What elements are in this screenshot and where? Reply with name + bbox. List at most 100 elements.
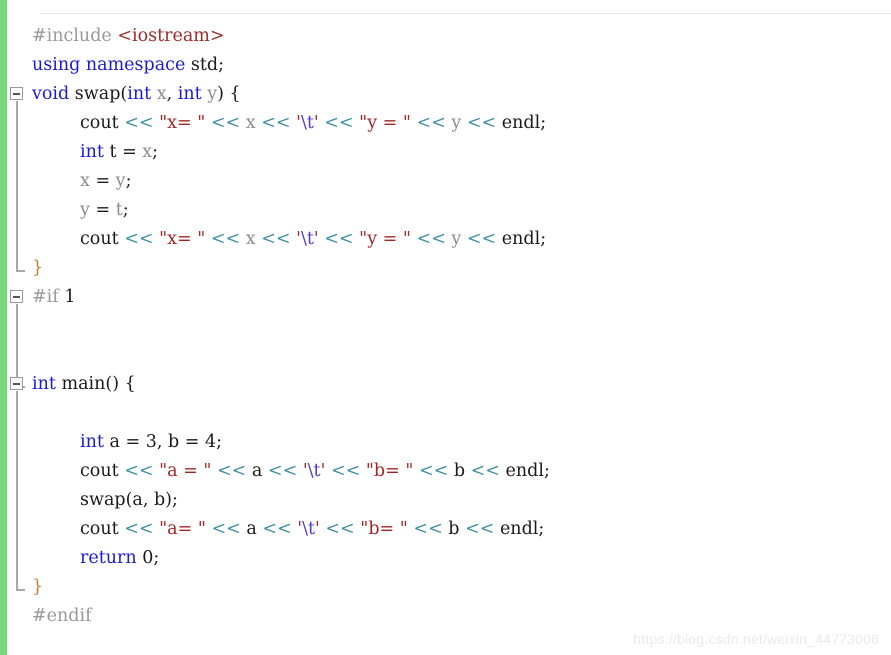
code-token: << bbox=[261, 229, 291, 249]
code-token: a bbox=[246, 461, 268, 481]
fold-guide-line bbox=[16, 101, 18, 270]
code-editor-window: #include <iostream> using namespace std; v… bbox=[0, 0, 891, 655]
code-token: cout bbox=[80, 229, 125, 249]
code-token: a bbox=[240, 519, 263, 539]
code-token: \t bbox=[307, 461, 321, 481]
code-token: << bbox=[211, 519, 241, 539]
code-token: << bbox=[210, 229, 241, 249]
code-token: endl; bbox=[496, 113, 547, 133]
code-token: x bbox=[240, 113, 262, 133]
code-line-18[interactable]: cout << "a= " << a << '\t' << "b= " << b… bbox=[80, 515, 544, 544]
code-token: "a= " bbox=[159, 519, 206, 539]
code-line-4[interactable]: cout << "x= " << x << '\t' << "y = " << … bbox=[80, 109, 546, 138]
fold-marker-if[interactable] bbox=[10, 290, 23, 303]
change-bar-gutter bbox=[0, 0, 7, 655]
code-token: << bbox=[325, 519, 355, 539]
code-token: endl; bbox=[499, 461, 550, 481]
code-line-7[interactable]: y = t; bbox=[80, 196, 129, 225]
code-token: std; bbox=[185, 55, 225, 75]
code-line-8[interactable]: cout << "x= " << x << '\t' << "y = " << … bbox=[80, 225, 546, 254]
code-token: endl; bbox=[496, 229, 547, 249]
code-token: << bbox=[124, 461, 154, 481]
code-token: ; bbox=[153, 548, 160, 568]
code-line-1[interactable]: #include <iostream> bbox=[32, 22, 225, 51]
code-line-20[interactable]: } bbox=[32, 573, 43, 602]
code-line-19[interactable]: return 0; bbox=[80, 544, 159, 573]
code-token: << bbox=[416, 113, 446, 133]
fold-guide-line bbox=[16, 304, 18, 386]
fold-marker-swap[interactable] bbox=[10, 87, 23, 100]
code-token: << bbox=[416, 229, 446, 249]
fold-marker-main[interactable] bbox=[10, 377, 23, 390]
code-token: 3 bbox=[145, 432, 157, 452]
code-token: "x= " bbox=[159, 113, 206, 133]
code-line-2[interactable]: using namespace std; bbox=[32, 51, 224, 80]
code-token: y bbox=[445, 229, 467, 249]
watermark-text: https://blog.csdn.net/weixin_44773006 bbox=[633, 631, 879, 647]
code-token: << bbox=[124, 113, 154, 133]
code-line-21[interactable]: #endif bbox=[32, 602, 92, 631]
code-token: int bbox=[80, 432, 104, 452]
code-token: << bbox=[324, 113, 354, 133]
code-line-16[interactable]: cout << "a = " << a << '\t' << "b= " << … bbox=[80, 457, 550, 486]
code-token: x bbox=[240, 229, 262, 249]
code-token: cout bbox=[80, 519, 125, 539]
code-token: << bbox=[210, 113, 241, 133]
code-token: << bbox=[466, 229, 497, 249]
fold-guide-foot bbox=[16, 589, 25, 591]
code-line-6[interactable]: x = y; bbox=[80, 167, 131, 196]
code-token: "y = " bbox=[359, 229, 411, 249]
code-token: , b = bbox=[156, 432, 205, 452]
code-token: a = bbox=[103, 432, 146, 452]
code-line-10[interactable]: #if 1 bbox=[32, 283, 75, 312]
code-token: int bbox=[80, 142, 104, 162]
code-line-3[interactable]: void swap(int x, int y) { bbox=[32, 80, 241, 109]
code-line-13[interactable]: int main() { bbox=[32, 370, 136, 399]
code-token: y bbox=[445, 113, 467, 133]
code-token: } bbox=[32, 258, 44, 278]
code-token: int bbox=[32, 374, 56, 394]
code-line-15[interactable]: int a = 3, b = 4; bbox=[80, 428, 222, 457]
change-bar-segment[interactable] bbox=[0, 0, 7, 655]
code-token: y bbox=[80, 200, 96, 220]
code-token: << bbox=[470, 461, 500, 481]
code-token: t bbox=[115, 200, 123, 220]
code-token: swap(a, b); bbox=[80, 490, 178, 510]
code-token: using namespace bbox=[32, 55, 186, 75]
code-token: <iostream> bbox=[117, 26, 225, 46]
code-token: y bbox=[115, 171, 126, 191]
code-token: b bbox=[442, 519, 466, 539]
code-content-area[interactable]: #include <iostream> using namespace std; v… bbox=[32, 14, 891, 655]
code-token: y bbox=[201, 84, 218, 104]
code-token: << bbox=[330, 461, 361, 481]
code-token: << bbox=[466, 113, 497, 133]
code-token: "b= " bbox=[360, 519, 408, 539]
code-token: #include bbox=[32, 26, 118, 46]
code-token: \t bbox=[302, 519, 315, 539]
code-token: "y = " bbox=[359, 113, 411, 133]
fold-guide-foot bbox=[16, 270, 25, 272]
code-token: = bbox=[95, 200, 116, 220]
code-token: << bbox=[262, 519, 292, 539]
code-line-9[interactable]: } bbox=[32, 254, 43, 283]
code-token: int bbox=[127, 84, 152, 104]
code-token: void bbox=[32, 84, 70, 104]
code-token: cout bbox=[80, 113, 125, 133]
code-token: #endif bbox=[32, 606, 92, 626]
code-token: b bbox=[448, 461, 471, 481]
code-token: << bbox=[324, 229, 354, 249]
code-line-17[interactable]: swap(a, b); bbox=[80, 486, 178, 515]
code-token: << bbox=[267, 461, 298, 481]
code-line-5[interactable]: int t = x; bbox=[80, 138, 158, 167]
code-token: = bbox=[95, 171, 116, 191]
code-token: x bbox=[142, 142, 153, 162]
code-token: } bbox=[32, 577, 44, 597]
code-token: { bbox=[124, 374, 136, 394]
code-token: << bbox=[413, 519, 443, 539]
code-token: ) bbox=[217, 84, 230, 104]
code-token: \t bbox=[300, 113, 314, 133]
code-token: "b= " bbox=[365, 461, 414, 481]
code-token: << bbox=[418, 461, 449, 481]
code-token: 4 bbox=[204, 432, 217, 452]
code-token: ; bbox=[152, 142, 159, 162]
